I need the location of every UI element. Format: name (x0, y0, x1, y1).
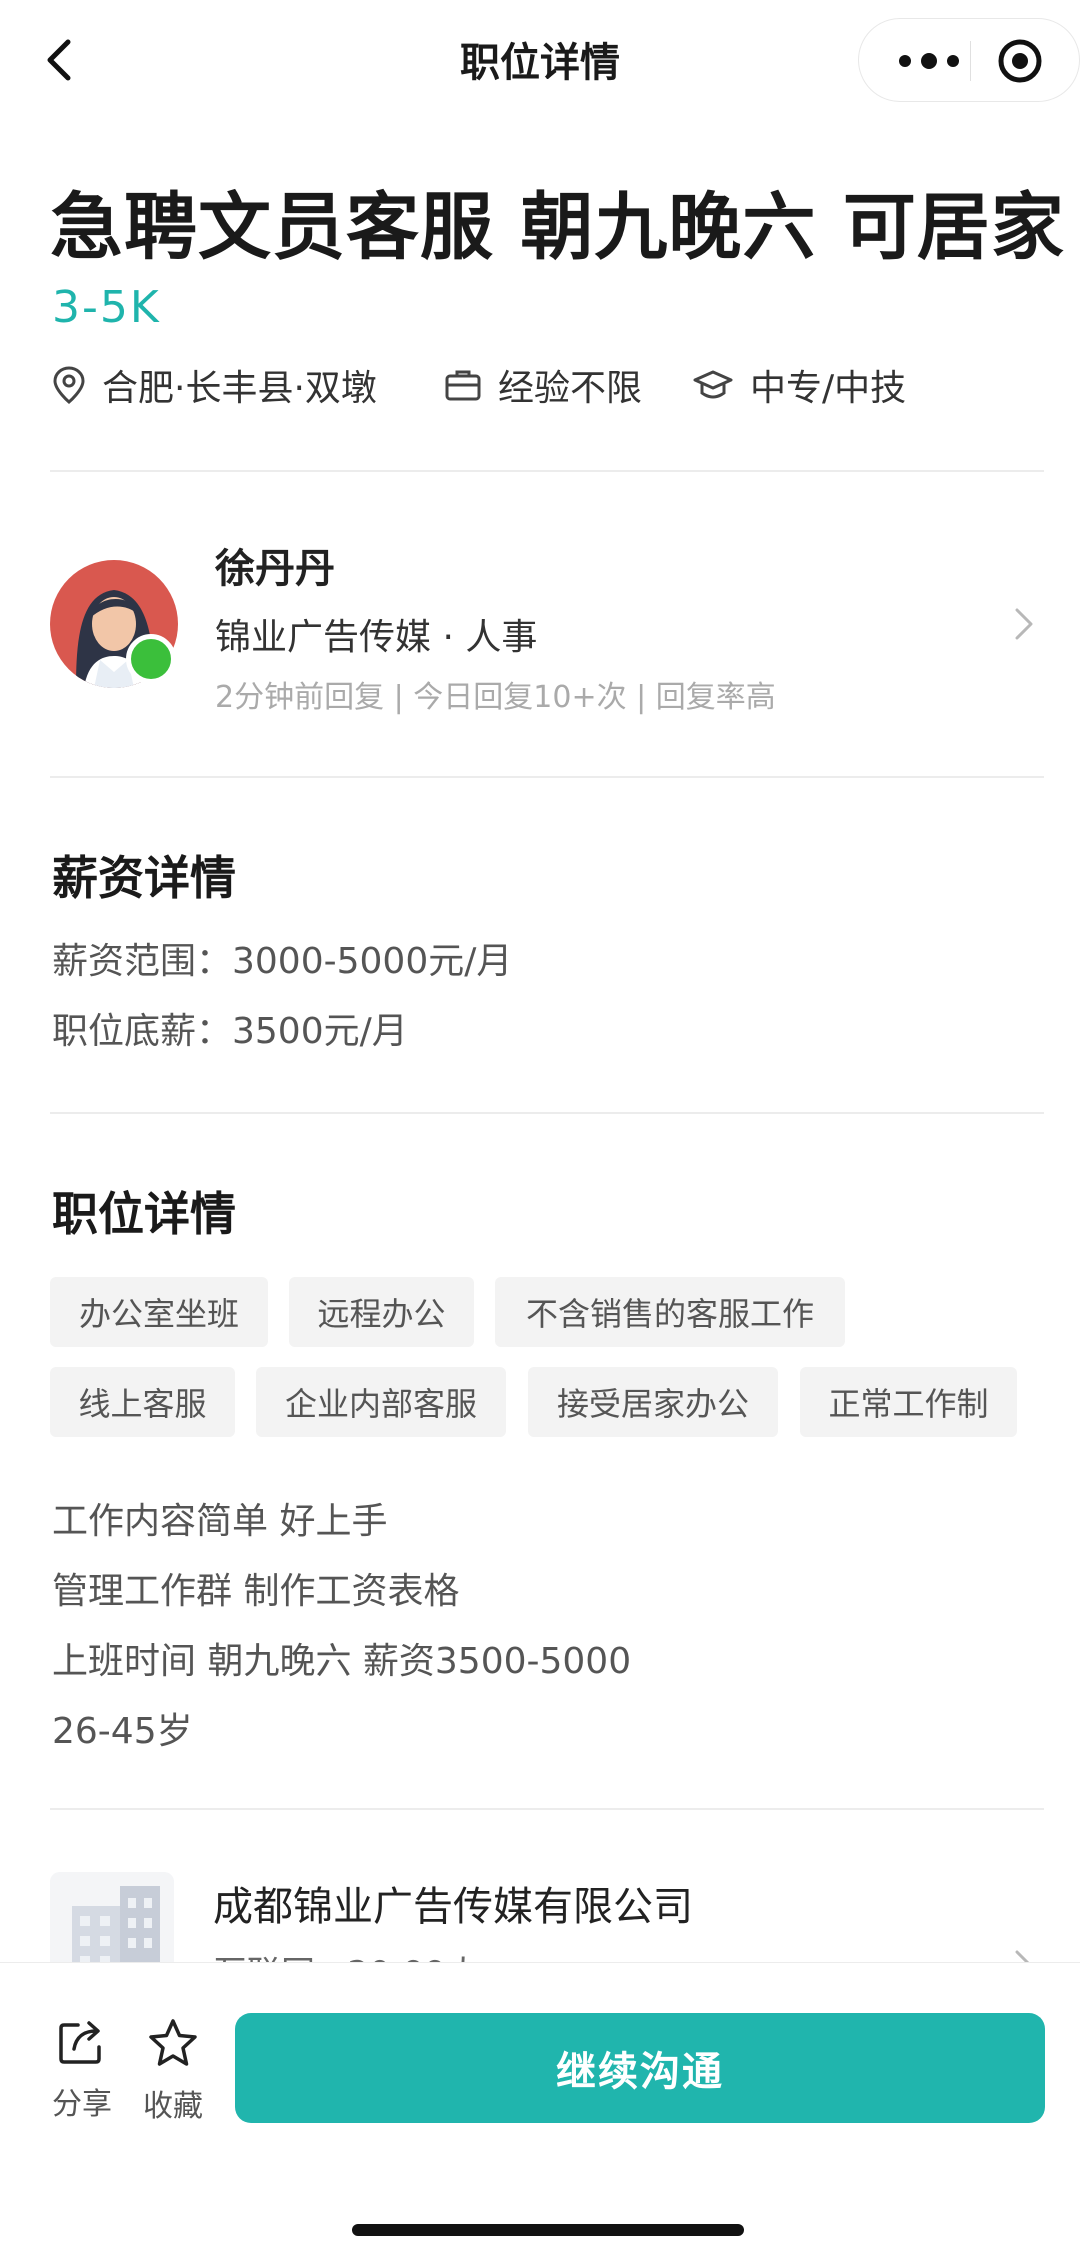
divider (50, 1808, 1044, 1810)
company-name[interactable]: 成都锦业广告传媒有限公司 (213, 1874, 693, 1932)
detail-section-title: 职位详情 (52, 1187, 236, 1241)
continue-chat-button[interactable]: 继续沟通 (235, 2013, 1045, 2123)
salary-range: 薪资范围：3000-5000元/月 (52, 941, 513, 982)
job-title: 急聘文员客服 朝九晚六 可居家 (50, 185, 1065, 270)
close-target-icon[interactable] (996, 37, 1044, 85)
job-description-line: 26-45岁 (52, 1711, 193, 1752)
capsule-divider (970, 41, 971, 81)
share-label: 分享 (52, 2087, 112, 2122)
recruiter-name[interactable]: 徐丹丹 (215, 536, 335, 594)
salary-base: 职位底薪：3500元/月 (52, 1011, 408, 1052)
top-nav-bar: 职位详情 (0, 0, 1080, 120)
divider (50, 776, 1044, 778)
star-icon (149, 2019, 197, 2066)
divider (50, 470, 1044, 472)
salary-section-title: 薪资详情 (52, 851, 236, 905)
divider (50, 1112, 1044, 1114)
job-description-line: 上班时间 朝九晚六 薪资3500-5000 (52, 1641, 632, 1682)
job-description-line: 管理工作群 制作工资表格 (52, 1571, 460, 1612)
recruiter-company-role: 锦业广告传媒 · 人事 (215, 617, 538, 658)
job-tag: 正常工作制 (800, 1367, 1017, 1437)
location-text: 合肥·长丰县·双墩 (102, 368, 377, 409)
job-salary: 3-5K (52, 282, 161, 333)
job-tag: 远程办公 (289, 1277, 474, 1347)
share-button[interactable]: 分享 (42, 2017, 122, 2123)
job-experience: 经验不限 (444, 360, 642, 410)
job-tag: 不含销售的客服工作 (495, 1277, 845, 1347)
chevron-right-icon[interactable] (1012, 604, 1036, 644)
job-education: 中专/中技 (692, 360, 906, 410)
job-tag: 线上客服 (50, 1367, 235, 1437)
favorite-button[interactable]: 收藏 (133, 2017, 213, 2125)
job-description-line: 工作内容简单 好上手 (52, 1501, 388, 1542)
home-indicator (352, 2224, 744, 2236)
location-pin-icon (53, 366, 85, 404)
graduation-cap-icon (693, 370, 733, 399)
share-icon (59, 2021, 101, 2064)
mini-program-capsule (858, 18, 1080, 102)
job-tag: 接受居家办公 (528, 1367, 778, 1437)
job-tag: 企业内部客服 (256, 1367, 506, 1437)
job-tag: 办公室坐班 (50, 1277, 268, 1347)
briefcase-icon (445, 370, 481, 401)
experience-text: 经验不限 (498, 368, 643, 409)
recruiter-reply-status: 2分钟前回复 | 今日回复10+次 | 回复率高 (215, 680, 776, 715)
online-status-dot (126, 634, 176, 684)
bottom-action-bar: 分享 收藏 继续沟通 (0, 1962, 1080, 2254)
education-text: 中专/中技 (750, 368, 907, 409)
job-location: 合肥·长丰县·双墩 (52, 360, 377, 410)
more-dots-icon[interactable] (889, 41, 969, 81)
favorite-label: 收藏 (143, 2089, 203, 2124)
